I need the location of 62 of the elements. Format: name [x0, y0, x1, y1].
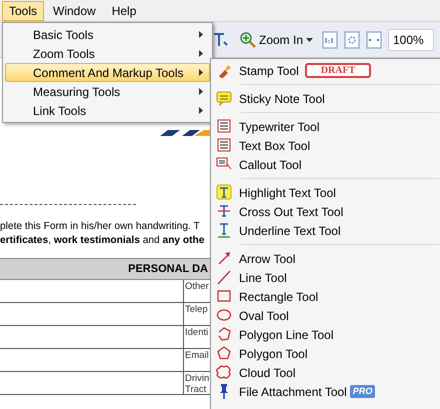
menu-item[interactable]: Zoom Tools	[5, 44, 210, 63]
menu-item[interactable]: Callout Tool	[211, 155, 440, 174]
submenu-arrow-icon	[199, 50, 203, 57]
menu-bar-item[interactable]: Help	[104, 0, 144, 20]
submenu-arrow-icon	[199, 107, 203, 114]
text-tool-icon[interactable]	[212, 32, 230, 48]
paragraph-line: plete this Form in his/her own handwriting. T	[0, 220, 201, 234]
menu-item[interactable]: Link Tools	[5, 101, 210, 120]
stamp-preview: DRAFT	[304, 63, 372, 78]
menu-bar-item[interactable]: Window	[46, 0, 103, 20]
submenu-arrow-icon	[199, 88, 203, 95]
menu-bar-item[interactable]: Tools	[2, 0, 44, 20]
menu-item[interactable]: Stamp Tool DRAFT	[211, 61, 440, 80]
text-lines-icon	[216, 137, 232, 153]
menu-item[interactable]: Cloud Tool	[211, 363, 440, 382]
dropdown-caret-icon	[306, 38, 313, 42]
submenu-arrow-icon	[199, 31, 203, 38]
highlight-text-icon	[216, 184, 232, 200]
menu-item[interactable]: Comment And Markup Tools	[5, 63, 210, 82]
menu-item[interactable]: Typewriter Tool	[211, 117, 440, 136]
menu-item[interactable]: Highlight Text Tool	[211, 183, 440, 202]
logo-drawing	[160, 130, 210, 136]
actual-size-icon[interactable]	[322, 30, 338, 48]
polygon-line-icon	[216, 326, 232, 342]
menu-item[interactable]: Line Tool	[211, 268, 440, 287]
table-cell-text: Identi	[184, 326, 210, 340]
rectangle-icon	[216, 288, 232, 304]
arrow-icon	[216, 250, 232, 266]
menu-item[interactable]: File Attachment Tool PRO	[211, 382, 440, 401]
zoom-in-icon	[238, 31, 256, 48]
fit-width-icon[interactable]	[366, 30, 382, 48]
menu-item[interactable]: Rectangle Tool	[211, 287, 440, 306]
menu-item[interactable]: Text Box Tool	[211, 136, 440, 155]
submenu-arrow-icon	[199, 69, 203, 76]
menu-item[interactable]: Cross Out Text Tool	[211, 202, 440, 221]
line-icon	[216, 269, 232, 285]
menu-item[interactable]: Sticky Note Tool	[211, 89, 440, 108]
menu-item[interactable]: Polygon Line Tool	[211, 325, 440, 344]
menu-item[interactable]: Oval Tool	[211, 306, 440, 325]
menu-item[interactable]: Polygon Tool	[211, 344, 440, 363]
menu-item[interactable]: Measuring Tools	[5, 82, 210, 101]
sticky-note-icon	[216, 90, 232, 106]
table-cell: Drivin Tract	[184, 372, 210, 394]
menu-item[interactable]: Arrow Tool	[211, 249, 440, 268]
zoom-in-button[interactable]: Zoom In	[236, 28, 316, 50]
table-header: PERSONAL DA	[0, 258, 210, 280]
table-cell-text: Telep	[184, 303, 209, 317]
cloud-icon	[216, 364, 232, 380]
oval-icon	[216, 307, 232, 323]
menu-item[interactable]: Underline Text Tool	[211, 221, 440, 240]
zoom-level-field[interactable]: 100%	[388, 28, 434, 50]
table-cell-text: Email	[184, 349, 210, 363]
pentagon-icon	[216, 345, 232, 361]
text-lines-icon	[216, 118, 232, 134]
callout-icon	[216, 156, 232, 172]
fit-page-icon[interactable]	[344, 30, 360, 48]
table-cell-text: Other	[184, 280, 210, 294]
pro-badge: PRO	[350, 385, 376, 398]
strikethrough-text-icon	[216, 203, 232, 219]
paragraph-line: ertificates, work testimonials and any othe	[0, 234, 206, 248]
underline-text-icon	[216, 222, 232, 238]
menu-item[interactable]: Basic Tools	[5, 25, 210, 44]
